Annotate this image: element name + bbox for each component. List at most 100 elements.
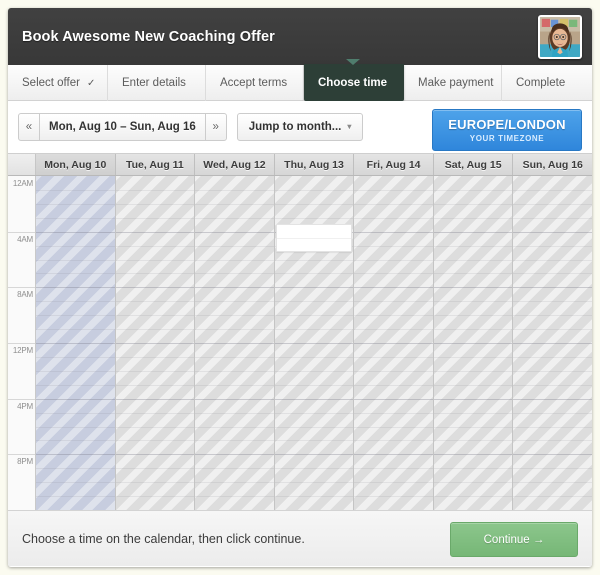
hour-gridline xyxy=(115,385,195,386)
day-column-mon[interactable] xyxy=(36,176,116,510)
hour-gridline xyxy=(513,371,592,372)
hour-gridline xyxy=(433,440,513,441)
day-header-tue[interactable]: Tue, Aug 11 xyxy=(116,154,196,175)
tab-label: Select offer xyxy=(22,77,80,89)
hour-gridline xyxy=(433,301,513,302)
hour-gridline xyxy=(195,357,274,358)
hour-gridline xyxy=(354,287,433,288)
hour-gridline xyxy=(354,329,433,330)
calendar-toolbar: « Mon, Aug 10 – Sun, Aug 16 » Jump to mo… xyxy=(8,101,592,153)
day-column-thu[interactable] xyxy=(274,176,355,510)
hour-gridline xyxy=(513,482,592,483)
hour-gridline xyxy=(36,232,115,233)
hour-gridline xyxy=(513,246,592,247)
day-column-sun[interactable] xyxy=(513,176,592,510)
week-calendar: Mon, Aug 10 Tue, Aug 11 Wed, Aug 12 Thu,… xyxy=(8,153,592,510)
hour-gridline xyxy=(433,468,513,469)
time-label: 12PM xyxy=(12,346,33,355)
day-header-sun[interactable]: Sun, Aug 16 xyxy=(513,154,592,175)
hour-gridline xyxy=(354,482,433,483)
hour-gridline xyxy=(354,385,433,386)
hour-gridline xyxy=(354,427,433,428)
hour-gridline xyxy=(115,273,195,274)
tab-accept-terms[interactable]: Accept terms xyxy=(206,65,304,101)
hour-gridline xyxy=(195,427,274,428)
hour-gridline xyxy=(513,413,592,414)
hour-gridline xyxy=(513,204,592,205)
hour-gridline xyxy=(354,246,433,247)
timezone-sublabel: YOUR TIMEZONE xyxy=(469,134,545,143)
tab-label: Choose time xyxy=(318,76,388,89)
next-week-button[interactable]: » xyxy=(204,113,227,141)
hour-gridline xyxy=(36,260,115,261)
prev-week-button[interactable]: « xyxy=(18,113,40,141)
hour-gridline xyxy=(36,440,115,441)
hour-gridline xyxy=(36,357,115,358)
hour-gridline xyxy=(354,413,433,414)
hour-gridline xyxy=(513,287,592,288)
hour-gridline xyxy=(36,287,115,288)
hour-gridline xyxy=(115,246,195,247)
hour-gridline xyxy=(274,427,354,428)
day-column-fri[interactable] xyxy=(354,176,434,510)
gutter-tick-line xyxy=(8,287,35,289)
hour-gridline xyxy=(36,343,115,344)
tab-select-offer[interactable]: Select offer ✓ xyxy=(8,65,108,101)
day-header-mon[interactable]: Mon, Aug 10 xyxy=(36,154,116,175)
jump-to-month-dropdown[interactable]: Jump to month... ▾ xyxy=(236,113,364,141)
jump-to-month-label: Jump to month... xyxy=(248,121,342,133)
hour-gridline xyxy=(195,496,274,497)
hour-gridline xyxy=(433,329,513,330)
tab-enter-details[interactable]: Enter details xyxy=(108,65,206,101)
hour-gridline xyxy=(115,357,195,358)
hour-gridline xyxy=(513,190,592,191)
hour-gridline xyxy=(354,301,433,302)
chevron-down-icon: ▾ xyxy=(347,121,352,131)
hour-gridline xyxy=(115,399,195,400)
footer-bar: Choose a time on the calendar, then clic… xyxy=(8,510,592,566)
day-column-wed[interactable] xyxy=(195,176,275,510)
hour-gridline xyxy=(513,427,592,428)
hour-gridline xyxy=(354,371,433,372)
day-header-fri[interactable]: Fri, Aug 14 xyxy=(354,154,434,175)
hour-gridline xyxy=(195,482,274,483)
hour-gridline xyxy=(36,218,115,219)
tab-label: Complete xyxy=(516,77,566,89)
tab-make-payment[interactable]: Make payment xyxy=(404,65,502,101)
day-header-sat[interactable]: Sat, Aug 15 xyxy=(434,154,514,175)
hour-gridline xyxy=(354,273,433,274)
tab-choose-time[interactable]: Choose time xyxy=(304,64,404,101)
hour-gridline xyxy=(195,260,274,261)
hour-gridline xyxy=(36,454,115,455)
day-header-thu[interactable]: Thu, Aug 13 xyxy=(275,154,355,175)
hour-gridline xyxy=(513,496,592,497)
timezone-button[interactable]: EUROPE/LONDON YOUR TIMEZONE xyxy=(432,109,582,151)
hour-gridline xyxy=(195,301,274,302)
tab-complete[interactable]: Complete xyxy=(502,65,592,101)
hour-gridline xyxy=(274,385,354,386)
hour-gridline xyxy=(195,399,274,400)
available-time-slot[interactable] xyxy=(275,224,353,252)
tab-label: Enter details xyxy=(122,77,186,89)
gutter-tick-line xyxy=(8,343,35,344)
day-column-sat[interactable] xyxy=(433,176,514,510)
hour-gridline xyxy=(195,440,274,441)
hour-gridline xyxy=(195,190,274,191)
hour-gridline xyxy=(115,482,195,483)
hour-gridline xyxy=(433,496,513,497)
hour-gridline xyxy=(274,413,354,414)
day-header-wed[interactable]: Wed, Aug 12 xyxy=(195,154,275,175)
footer-instruction: Choose a time on the calendar, then clic… xyxy=(22,531,305,546)
day-column-tue[interactable] xyxy=(115,176,196,510)
hour-gridline xyxy=(115,232,195,233)
calendar-grid: 12AM 4AM 8AM 12PM 4PM 8PM xyxy=(8,176,592,510)
hour-gridline xyxy=(433,385,513,386)
continue-button[interactable]: Continue → xyxy=(450,522,578,557)
active-tab-caret xyxy=(346,59,360,65)
hour-gridline xyxy=(195,343,274,344)
week-nav-group: « Mon, Aug 10 – Sun, Aug 16 » xyxy=(18,113,227,141)
hour-gridline xyxy=(513,357,592,358)
hour-gridline xyxy=(433,218,513,219)
week-range-label: Mon, Aug 10 – Sun, Aug 16 xyxy=(40,113,205,141)
hour-gridline xyxy=(433,260,513,261)
